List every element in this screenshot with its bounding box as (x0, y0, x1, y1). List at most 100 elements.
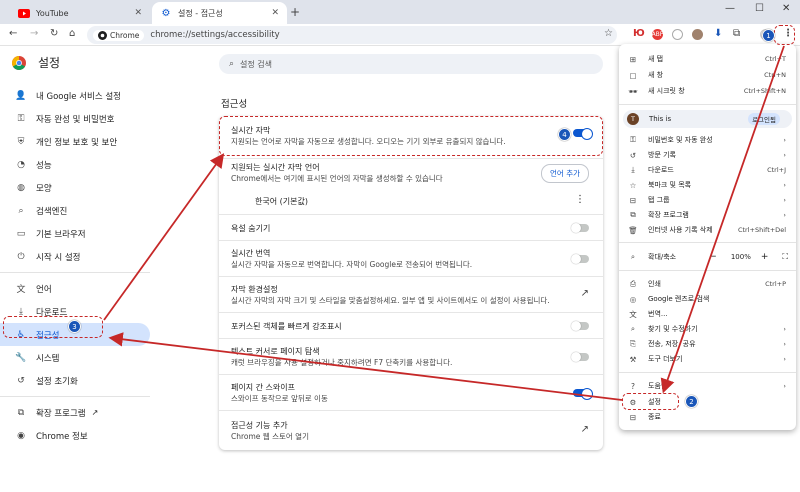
close-icon[interactable]: ✕ (134, 8, 142, 18)
sidebar-item-reset[interactable]: ↺ 설정 초기화 (0, 369, 150, 392)
menu-label: 새 시크릿 창 (648, 87, 685, 95)
caret-browsing-toggle[interactable] (571, 352, 589, 362)
forward-icon[interactable]: → (30, 28, 38, 39)
sidebar-item-about-chrome[interactable]: ◉ Chrome 정보 (0, 424, 150, 447)
setting-caption-preferences[interactable]: 자막 환경설정 실시간 자막의 자막 크기 및 스타일을 맞춤설정하세요. 일부… (219, 276, 603, 312)
download-arrow-icon[interactable]: ⬇ (714, 28, 722, 39)
page-title-text: 설정 (38, 56, 61, 70)
menu-bookmarks[interactable]: ☆ 북마크 및 목록 › (619, 178, 796, 192)
toolbox-icon: ⚒ (629, 354, 637, 364)
menu-new-window[interactable]: ▢ 새 창 Ctrl+N (619, 68, 796, 82)
minimize-icon[interactable]: — (725, 3, 735, 14)
setting-desc: 실시간 자막을 자동으로 번역합니다. 자막이 Google로 전송되어 번역됩… (231, 260, 473, 269)
maximize-icon[interactable]: ☐ (755, 3, 764, 14)
sidebar-item-appearance[interactable]: ◍ 모양 (0, 176, 150, 199)
more-options-icon[interactable]: ⋮ (575, 194, 585, 205)
menu-print[interactable]: ⎙ 인쇄 Ctrl+P (619, 277, 796, 291)
bookmark-star-icon[interactable]: ☆ (604, 28, 613, 39)
search-placeholder: 설정 검색 (240, 59, 273, 69)
chevron-right-icon: › (783, 382, 786, 390)
sidebar-item-label: 내 Google 서비스 설정 (36, 91, 122, 102)
key-icon: ⚿ (630, 135, 636, 144)
sidebar-item-system[interactable]: 🔧 시스템 (0, 346, 150, 369)
sidebar-item-google-services[interactable]: 👤 내 Google 서비스 설정 (0, 84, 150, 107)
avatar: T (627, 113, 639, 125)
menu-translate[interactable]: 文 번역... (619, 307, 796, 321)
setting-caption-languages: 지원되는 실시간 자막 언어 Chrome에서는 여기에 표시된 언어의 자막을… (219, 158, 603, 188)
setting-live-translate[interactable]: 실시간 번역 실시간 자막을 자동으로 번역합니다. 자막이 Google로 전… (219, 240, 603, 276)
tab-settings[interactable]: ⚙ 설정 - 접근성 ✕ (152, 2, 287, 24)
setting-swipe[interactable]: 페이지 간 스와이프 스와이프 동작으로 앞뒤로 이동 (219, 374, 603, 410)
print-icon: ⎙ (630, 279, 636, 288)
toolbar: ← → ↻ ⌂ Chrome chrome://settings/accessi… (0, 24, 800, 46)
focus-highlight-toggle[interactable] (571, 321, 589, 331)
setting-focus-highlight[interactable]: 포커스된 객체를 빠르게 강조표시 (219, 312, 603, 338)
swipe-toggle[interactable] (573, 388, 593, 400)
home-icon[interactable]: ⌂ (69, 28, 75, 39)
fullscreen-icon[interactable]: ⛶ (782, 252, 788, 262)
extension-text-icon[interactable]: Ю (633, 28, 645, 39)
sidebar-item-languages[interactable]: 文 언어 (0, 277, 150, 300)
palette-icon: ◍ (17, 182, 25, 193)
site-chip[interactable]: Chrome (93, 29, 145, 41)
menu-help[interactable]: ? 도움말 › (619, 379, 796, 393)
sidebar-item-on-startup[interactable]: ⏻ 시작 시 설정 (0, 245, 150, 268)
menu-passwords[interactable]: ⚿ 비밀번호 및 자동 완성 › (619, 133, 796, 147)
zoom-in-button[interactable]: + (761, 252, 769, 262)
menu-clear-data[interactable]: 🗑 인터넷 사용 기록 삭제 Ctrl+Shift+Del (619, 223, 796, 237)
menu-profile[interactable]: T This is 로그인됨 (623, 110, 792, 128)
sidebar-item-autofill[interactable]: ⚿ 자동 완성 및 비밀번호 (0, 107, 150, 130)
sidebar-item-search-engine[interactable]: ⌕ 검색엔진 (0, 199, 150, 222)
menu-incognito[interactable]: 🕶 새 시크릿 창 Ctrl+Shift+N (619, 84, 796, 98)
menu-new-tab[interactable]: ⊞ 새 탭 Ctrl+T (619, 52, 796, 66)
setting-profanity[interactable]: 욕설 숨기기 (219, 214, 603, 240)
menu-label: 북마크 및 목록 (648, 181, 692, 189)
back-icon[interactable]: ← (9, 28, 17, 39)
sidebar-item-label: 확장 프로그램 (36, 408, 86, 419)
menu-history[interactable]: ↺ 방문 기록 › (619, 148, 796, 162)
new-tab-icon: ⊞ (629, 54, 637, 64)
download-icon: ⤓ (19, 306, 23, 317)
external-link-icon[interactable]: ↗ (581, 424, 589, 435)
setting-title: 욕설 숨기기 (231, 224, 271, 233)
add-language-button[interactable]: 언어 추가 (541, 164, 589, 183)
puzzle-icon[interactable]: ⧉ (733, 28, 740, 39)
sidebar-item-extensions[interactable]: ⧉ 확장 프로그램 ↗ (0, 401, 150, 424)
reload-icon[interactable]: ↻ (50, 28, 58, 39)
divider (619, 372, 796, 373)
setting-caret-browsing[interactable]: 텍스트 커서로 페이지 탐색 캐럿 브라우징을 사용 설정하거나 중지하려면 F… (219, 338, 603, 374)
external-link-icon[interactable]: ↗ (581, 288, 589, 299)
extension-circle-icon[interactable] (672, 29, 683, 40)
profanity-toggle[interactable] (571, 223, 589, 233)
menu-cast-save-share[interactable]: ⎘ 전송, 저장, 공유 › (619, 337, 796, 351)
menu-exit[interactable]: ⊟ 종료 (619, 410, 796, 424)
sidebar-nav: 👤 내 Google 서비스 설정 ⚿ 자동 완성 및 비밀번호 ⛨ 개인 정보 보호… (0, 84, 150, 447)
setting-title: 페이지 간 스와이프 (231, 383, 295, 392)
menu-find-edit[interactable]: ⌕ 찾기 및 수정하기 › (619, 322, 796, 336)
sidebar-item-default-browser[interactable]: ▭ 기본 브라우저 (0, 222, 150, 245)
new-tab-icon[interactable]: + (290, 5, 300, 19)
menu-google-lens[interactable]: ◎ Google 렌즈로 검색 (619, 292, 796, 306)
close-window-icon[interactable]: ✕ (782, 3, 790, 14)
tab-title: 설정 - 접근성 (178, 8, 223, 18)
menu-more-tools[interactable]: ⚒ 도구 더보기 › (619, 352, 796, 366)
address-bar[interactable]: Chrome chrome://settings/accessibility (87, 26, 617, 44)
menu-tab-groups[interactable]: ⊟ 탭 그룹 › (619, 193, 796, 207)
browser-icon: ▭ (16, 228, 26, 239)
adblock-icon[interactable]: ABP (652, 29, 663, 40)
close-icon[interactable]: ✕ (271, 8, 279, 18)
live-translate-toggle[interactable] (571, 254, 589, 264)
search-input[interactable]: ⌕ 설정 검색 (219, 54, 603, 74)
setting-add-features[interactable]: 접근성 기능 추가 Chrome 웹 스토어 열기 ↗ (219, 410, 603, 450)
language-row: 한국어 (기본값) ⋮ (219, 188, 603, 214)
sidebar-item-label: 설정 초기화 (36, 376, 78, 387)
menu-shortcut: Ctrl+Shift+Del (737, 226, 786, 234)
tab-youtube[interactable]: YouTube ✕ (10, 2, 150, 24)
menu-downloads[interactable]: ⤓ 다운로드 Ctrl+J (619, 163, 796, 177)
sidebar-item-label: 성능 (36, 160, 52, 171)
zoom-out-button[interactable]: − (709, 252, 717, 262)
extension-avatar-icon[interactable] (692, 29, 703, 40)
menu-extensions[interactable]: ⧉ 확장 프로그램 › (619, 208, 796, 222)
sidebar-item-performance[interactable]: ◔ 성능 (0, 153, 150, 176)
sidebar-item-privacy[interactable]: ⛨ 개인 정보 보호 및 보안 (0, 130, 150, 153)
